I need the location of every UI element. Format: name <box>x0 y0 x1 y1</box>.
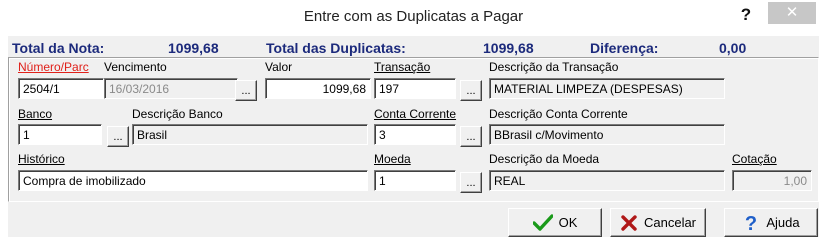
conta-corrente-lookup-button[interactable]: ... <box>460 126 482 147</box>
banco-input[interactable]: 1 <box>18 124 102 145</box>
transacao-lookup-button[interactable]: ... <box>460 80 482 101</box>
total-nota-label: Total da Nota: <box>12 40 105 56</box>
numero-parc-label: Número/Parc <box>18 60 89 74</box>
title-bar: Entre com as Duplicatas a Pagar ? ✕ <box>0 0 827 36</box>
descricao-banco-label: Descrição Banco <box>132 107 223 121</box>
total-nota-value: 1099,68 <box>168 40 219 56</box>
help-button[interactable]: ? Ajuda <box>724 208 818 237</box>
valor-input[interactable]: 1099,68 <box>265 78 371 99</box>
descricao-moeda-label: Descrição da Moeda <box>489 152 600 166</box>
banco-lookup-button[interactable]: ... <box>107 126 129 147</box>
ok-button-label: OK <box>558 215 578 230</box>
valor-label: Valor <box>265 60 293 74</box>
cross-icon <box>620 214 638 232</box>
dialog-client-area: Total da Nota: 1099,68 Total das Duplica… <box>8 36 819 237</box>
diferenca-value: 0,00 <box>719 40 747 56</box>
window-title: Entre com as Duplicatas a Pagar <box>303 8 524 25</box>
cancel-button[interactable]: Cancelar <box>610 208 706 237</box>
banco-label: Banco <box>18 107 53 121</box>
form-panel: Número/Parc Vencimento Valor Transação D… <box>8 57 819 202</box>
help-button-label: Ajuda <box>766 215 800 230</box>
summary-bar: Total da Nota: 1099,68 Total das Duplica… <box>8 36 819 58</box>
vencimento-input[interactable]: 16/03/2016 <box>104 78 238 99</box>
question-mark-icon: ? <box>742 213 760 233</box>
descricao-transacao-label: Descrição da Transação <box>489 60 619 74</box>
transacao-input[interactable]: 197 <box>374 78 456 99</box>
svg-text:?: ? <box>745 213 757 233</box>
close-button[interactable]: ✕ <box>768 2 816 24</box>
total-duplicatas-label: Total das Duplicatas: <box>266 40 406 56</box>
checkmark-icon <box>532 213 553 232</box>
ok-button[interactable]: OK <box>508 208 602 237</box>
vencimento-label: Vencimento <box>104 60 167 74</box>
numero-parc-input[interactable]: 2504/1 <box>18 78 104 99</box>
cotacao-label: Cotação <box>732 152 777 166</box>
help-icon[interactable]: ? <box>735 4 757 26</box>
descricao-moeda-field: REAL <box>489 170 725 191</box>
cancel-button-label: Cancelar <box>643 215 697 230</box>
total-duplicatas-value: 1099,68 <box>483 40 534 56</box>
descricao-transacao-field: MATERIAL LIMPEZA (DESPESAS) <box>489 78 725 99</box>
descricao-conta-corrente-label: Descrição Conta Corrente <box>489 107 628 121</box>
descricao-conta-corrente-field: BBrasil c/Movimento <box>489 124 725 145</box>
historico-label: Histórico <box>18 152 65 166</box>
transacao-label: Transação <box>374 60 431 74</box>
descricao-banco-field: Brasil <box>132 124 368 145</box>
cotacao-input[interactable]: 1,00 <box>732 170 812 191</box>
moeda-label: Moeda <box>374 152 411 166</box>
close-icon: ✕ <box>785 4 799 21</box>
conta-corrente-label: Conta Corrente <box>374 107 457 121</box>
vencimento-lookup-button[interactable]: ... <box>235 80 257 101</box>
historico-input[interactable]: Compra de imobilizado <box>18 170 368 191</box>
moeda-lookup-button[interactable]: ... <box>460 172 482 193</box>
conta-corrente-input[interactable]: 3 <box>374 124 456 145</box>
diferenca-label: Diferença: <box>590 40 659 56</box>
moeda-input[interactable]: 1 <box>374 170 456 191</box>
